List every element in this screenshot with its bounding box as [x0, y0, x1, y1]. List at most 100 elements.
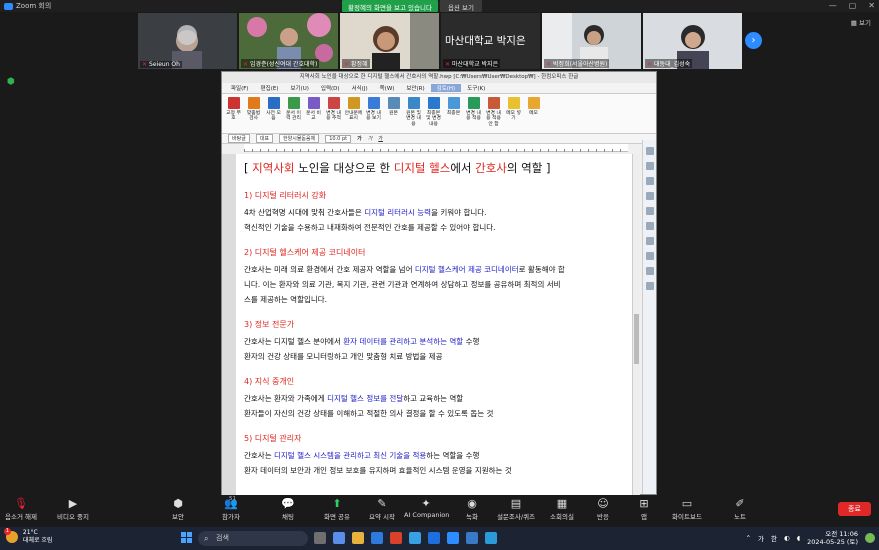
body-text: 간호사는 미래 의료 환경에서 간호 제공자 역할을 넘어	[244, 265, 415, 274]
toolbar-button[interactable]: ✎ 요약 시작	[360, 496, 404, 521]
scrollbar-thumb[interactable]	[634, 314, 639, 364]
tool-icon[interactable]	[645, 237, 654, 245]
menu-item[interactable]: 서식(J)	[346, 84, 374, 92]
menu-item[interactable]: 입력(D)	[315, 84, 346, 92]
font-select[interactable]: 한양시뮬돋움체	[279, 134, 320, 143]
tool-icon[interactable]	[645, 207, 654, 215]
share-screen-button[interactable]: ⬆ 화면 공유	[315, 496, 359, 521]
clock[interactable]: 오전 11:06 2024-05-25 (토)	[807, 530, 858, 546]
folder-icon[interactable]	[352, 532, 364, 544]
style-select[interactable]: 바탕글	[228, 134, 250, 143]
taskbar-search[interactable]: ⌕ 검색	[198, 531, 308, 546]
view-options-button[interactable]: 옵션 보기	[439, 0, 482, 12]
ribbon-button[interactable]: 교정 부호	[224, 97, 243, 122]
toolbar-button[interactable]: 💬 채팅	[266, 496, 310, 521]
hwp-icon[interactable]	[466, 532, 478, 544]
bold-icon[interactable]: 가	[357, 135, 362, 142]
chevron-up-icon[interactable]: ⌃	[746, 534, 751, 542]
notification-icon[interactable]	[865, 533, 875, 543]
summary-icon: ✎	[377, 497, 387, 510]
menu-item[interactable]: 보안(R)	[400, 84, 430, 92]
italic-icon[interactable]: 가	[368, 135, 373, 142]
participant-name: 황정혜	[351, 61, 368, 68]
toolbar-button[interactable]: ▶ 비디오 중지	[51, 496, 95, 521]
ribbon-button[interactable]: 안내문에 표시	[344, 97, 363, 122]
menu-item[interactable]: 편집(E)	[255, 84, 285, 92]
ribbon-button[interactable]: 변경 내용 적용 안 함	[484, 97, 503, 127]
next-page-button[interactable]: ›	[745, 32, 762, 49]
tool-icon[interactable]	[645, 147, 654, 155]
ribbon-button[interactable]: 메모 넣기	[504, 97, 523, 122]
ime-indicator[interactable]: 가	[758, 533, 764, 543]
tool-icon[interactable]	[645, 177, 654, 185]
ribbon-button[interactable]: 변경 내용 추적	[324, 97, 343, 122]
edge-icon[interactable]	[371, 532, 383, 544]
document-page[interactable]: [ 지역사회 노인을 대상으로 한 디지털 헬스에서 간호사의 역할 ] 1) …	[236, 154, 632, 495]
participant-tile[interactable]: ✕ 황정혜	[340, 13, 439, 69]
toolbar-button[interactable]: ▤ 설문조사/퀴즈	[494, 496, 538, 521]
toolbar-button[interactable]: ☺ 반응	[581, 496, 625, 521]
tool-icon[interactable]	[645, 162, 654, 170]
participant-tile[interactable]: ✕ Seieun Oh	[138, 13, 237, 69]
task-view-icon[interactable]	[314, 532, 326, 544]
toolbar-button[interactable]: 🎙 음소거 해제	[0, 496, 43, 521]
paragraph-line: 혁신적인 기술을 수용하고 내재화하여 전문적인 간호를 제공할 수 있어야 합…	[244, 220, 625, 235]
participant-tile[interactable]: ✕ 임경춘(성신여대 간호대학)	[239, 13, 338, 69]
ribbon-button[interactable]: 사전 모음	[264, 97, 283, 122]
ribbon-button[interactable]: 문서 이력 관리	[284, 97, 303, 122]
windows-start-icon[interactable]	[181, 532, 192, 543]
close-icon[interactable]: ✕	[868, 1, 875, 10]
toolbar-button[interactable]: ▭ 화이트보드	[665, 496, 709, 521]
toolbar-button[interactable]: ▦ 소회의실	[540, 496, 584, 521]
ribbon-button[interactable]: 변경 내용 적용	[464, 97, 483, 122]
ribbon-button[interactable]: 원본	[384, 97, 403, 116]
ribbon-button[interactable]: 문서 비교	[304, 97, 323, 122]
toolbar-button[interactable]: ◉ 녹화	[450, 496, 494, 521]
lang-select[interactable]: 대표	[255, 134, 274, 143]
menu-item[interactable]: 파일(F)	[225, 84, 255, 92]
tool-icon[interactable]	[645, 267, 654, 275]
participant-tile[interactable]: ✕ 박정희(서울아산병원)	[542, 13, 641, 69]
ribbon-button[interactable]: 최종본 및 변경 내용	[424, 97, 443, 127]
chrome-icon[interactable]	[409, 532, 421, 544]
toolbar-button[interactable]: ✐ 노트	[718, 496, 762, 521]
ribbon-label: 변경 내용 적용 안 함	[486, 111, 501, 127]
weather-widget[interactable]: 1 21°C 대체로 흐림	[4, 528, 52, 545]
paragraph-line: 스를 제공하는 역할입니다.	[244, 292, 625, 307]
menu-item[interactable]: 도구(K)	[461, 84, 491, 92]
tool-icon[interactable]	[645, 252, 654, 260]
vertical-scrollbar[interactable]	[632, 154, 640, 495]
word-icon[interactable]	[428, 532, 440, 544]
participant-tile[interactable]: ✕ 대동대_김성숙	[643, 13, 742, 69]
toolbar-button[interactable]: 👥 51 참가자	[209, 496, 253, 521]
maximize-icon[interactable]: ▢	[849, 1, 857, 10]
toolbar-button[interactable]: ⊞ 앱	[622, 496, 666, 521]
zoom-icon[interactable]	[447, 532, 459, 544]
underline-icon[interactable]: 가	[378, 135, 383, 142]
tool-icon[interactable]	[645, 282, 654, 290]
ribbon-button[interactable]: 최종본	[444, 97, 463, 116]
ruler-tick	[364, 149, 365, 152]
app-icon[interactable]	[485, 532, 497, 544]
ribbon-button[interactable]: 변경 내용 보기	[364, 97, 383, 122]
ribbon-button[interactable]: 메모	[524, 97, 543, 116]
tool-icon[interactable]	[645, 222, 654, 230]
ribbon-button[interactable]: 맞춤법 검사	[244, 97, 263, 122]
menu-item[interactable]: 보기(U)	[284, 84, 314, 92]
menu-item[interactable]: 쪽(W)	[374, 84, 401, 92]
toolbar-button[interactable]: ⬢ 보안	[156, 496, 200, 521]
size-select[interactable]: 10.0 pt	[325, 134, 352, 143]
speaker-icon[interactable]: ◖	[797, 534, 800, 542]
minimize-icon[interactable]: —	[829, 1, 837, 10]
app-icon[interactable]	[390, 532, 402, 544]
tool-icon[interactable]	[645, 192, 654, 200]
menu-item[interactable]: 검토(H)	[430, 84, 462, 92]
ime-mode[interactable]: 한	[771, 533, 777, 543]
end-meeting-button[interactable]: 종료	[838, 502, 871, 516]
app-icon[interactable]	[333, 532, 345, 544]
ribbon-button[interactable]: 원본 및 변경 내용	[404, 97, 423, 127]
toolbar-button[interactable]: ✦ AI Companion	[404, 496, 449, 519]
network-icon[interactable]: ◐	[784, 534, 790, 542]
participant-tile[interactable]: 마산대학교 박지은 ✕ 마산대학교 박지은	[441, 13, 540, 69]
view-button[interactable]: ▦ 보기	[851, 17, 871, 27]
